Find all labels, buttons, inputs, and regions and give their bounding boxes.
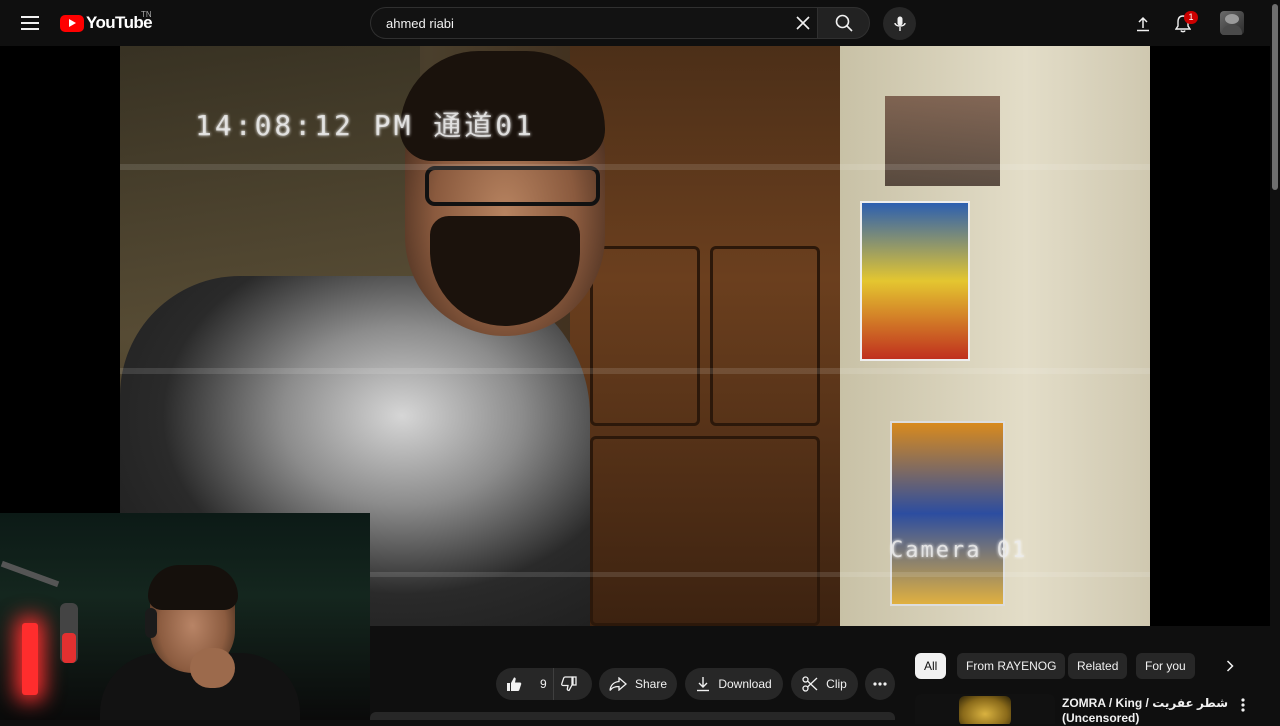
clip-label: Clip: [826, 677, 847, 691]
video-cabinet-door: [710, 246, 820, 426]
share-label: Share: [634, 677, 668, 691]
masthead: YouTube TN 1: [0, 0, 1280, 46]
recommended-video-menu-button[interactable]: [1234, 696, 1252, 714]
chips-next-button[interactable]: [1216, 653, 1244, 679]
video-cabinet-door: [590, 436, 820, 626]
dislike-button[interactable]: [554, 668, 592, 700]
share-arrow-icon: [609, 677, 627, 691]
upload-button[interactable]: [1130, 11, 1156, 37]
more-horizontal-icon: [873, 682, 887, 686]
thumbs-down-icon: [561, 676, 577, 692]
thumbs-up-icon: [507, 677, 522, 691]
description-panel-edge[interactable]: [370, 712, 895, 720]
more-vertical-icon: [1241, 698, 1245, 712]
streamer-hair: [148, 565, 238, 610]
chip-related[interactable]: Related: [1068, 653, 1128, 679]
like-button[interactable]: 9: [496, 668, 554, 700]
like-dislike-group: 9: [496, 668, 592, 700]
video-poster: [890, 421, 1005, 606]
clear-search-button[interactable]: [790, 10, 816, 36]
account-avatar[interactable]: [1220, 11, 1244, 35]
chevron-right-icon: [1226, 660, 1234, 672]
close-icon: [796, 16, 810, 30]
download-icon: [697, 677, 710, 692]
search-button[interactable]: [817, 7, 870, 39]
streamer-webcam-overlay: [0, 513, 370, 720]
youtube-play-icon: [60, 14, 84, 32]
scissors-icon: [802, 676, 818, 692]
video-person-glasses: [425, 166, 600, 206]
scrollbar-thumb[interactable]: [1272, 4, 1278, 190]
recommended-video-title[interactable]: ZOMRA / King / شطر عفريت (Uncensored): [1062, 696, 1232, 726]
camera-label-overlay: Camera 01: [890, 538, 1028, 563]
upload-icon: [1137, 16, 1149, 32]
streamer-headphones: [145, 608, 157, 638]
mic-arm: [0, 560, 60, 588]
glitch-line: [120, 164, 1150, 170]
download-button[interactable]: Download: [685, 668, 783, 700]
chip-all[interactable]: All: [915, 653, 947, 679]
microphone-light: [62, 633, 76, 663]
search-box[interactable]: [370, 7, 817, 39]
download-label: Download: [718, 677, 772, 691]
microphone-icon: [893, 16, 906, 31]
search-input[interactable]: [384, 8, 784, 38]
search-icon: [835, 14, 853, 32]
camera-timestamp-overlay: 14:08:12 PM 通道01: [195, 109, 536, 142]
chip-from-channel[interactable]: From RAYENOG: [957, 653, 1066, 679]
menu-button[interactable]: [14, 7, 46, 39]
youtube-logo[interactable]: YouTube: [60, 12, 153, 34]
rgb-light: [22, 623, 38, 695]
hamburger-icon: [21, 16, 39, 30]
video-poster: [885, 96, 1000, 186]
country-code: TN: [141, 10, 152, 19]
streamer-hand: [190, 648, 235, 688]
notification-count-badge: 1: [1184, 11, 1198, 24]
glitch-line: [120, 368, 1150, 374]
clip-button[interactable]: Clip: [791, 668, 858, 700]
like-count: 9: [540, 677, 547, 691]
share-button[interactable]: Share: [599, 668, 677, 700]
chip-for-you[interactable]: For you: [1136, 653, 1195, 679]
voice-search-button[interactable]: [883, 7, 916, 40]
more-actions-button[interactable]: [865, 668, 895, 700]
video-cabinet-door: [590, 246, 700, 426]
video-poster: [860, 201, 970, 361]
